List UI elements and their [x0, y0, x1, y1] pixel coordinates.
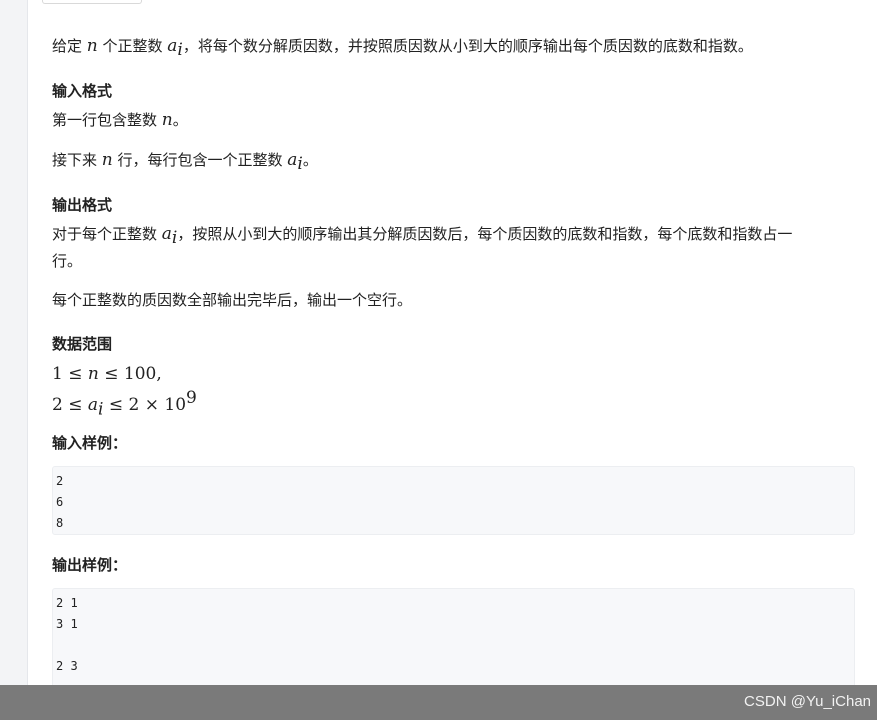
math-n: n [87, 364, 99, 384]
text: 个正整数 [97, 37, 168, 55]
output-format-line-1: 对于每个正整数 ai，按照从小到大的顺序输出其分解质因数后，每个质因数的底数和指… [52, 221, 792, 252]
text: 。 [302, 151, 318, 169]
text: 。 [172, 111, 188, 129]
sample-input-code-block[interactable]: 2 6 8 [52, 466, 855, 535]
code-line: 8 [56, 516, 64, 530]
math-a: a [87, 395, 99, 415]
text: ，按照从小到大的顺序输出其分解质因数后，每个质因数的底数和指数，每个底数和指数占… [177, 225, 793, 243]
sample-input-heading: 输入样例： [52, 434, 128, 452]
math-a: a [167, 36, 178, 56]
range-heading: 数据范围 [52, 335, 113, 353]
sample-output-heading: 输出样例： [52, 556, 128, 574]
input-format-heading: 输入格式 [52, 82, 113, 100]
math-n: n [101, 150, 113, 170]
input-format-line-1: 第一行包含整数 n。 [52, 107, 188, 134]
tab-indicator [42, 0, 142, 4]
math-text: 2 ≤ [52, 395, 88, 415]
problem-description: 给定 n 个正整数 ai，将每个数分解质因数，并按照质因数从小到大的顺序输出每个… [52, 33, 753, 64]
range-line-1: 1 ≤ n ≤ 100, [52, 362, 162, 386]
code-line: 2 1 [56, 596, 78, 610]
output-format-line-2: 每个正整数的质因数全部输出完毕后，输出一个空行。 [52, 291, 413, 309]
csdn-watermark: CSDN @Yu_iChan [744, 693, 871, 710]
text: 给定 [52, 37, 87, 55]
text: 对于每个正整数 [52, 225, 162, 243]
math-n: n [86, 36, 98, 56]
code-line: 6 [56, 495, 64, 509]
math-text: 1 ≤ [52, 364, 88, 384]
math-a: a [161, 224, 172, 244]
text: 第一行包含整数 [52, 111, 162, 129]
footer-bar: CSDN @Yu_iChan [0, 685, 877, 720]
math-a: a [287, 150, 298, 170]
output-format-heading: 输出格式 [52, 196, 113, 214]
math-text: ≤ 2 × 10 [103, 395, 187, 415]
text: 接下来 [52, 151, 102, 169]
math-text: ≤ 100, [98, 364, 162, 384]
range-line-2: 2 ≤ ai ≤ 2 × 109 [52, 386, 197, 422]
code-line: 2 [56, 474, 64, 488]
input-format-line-2: 接下来 n 行，每行包含一个正整数 ai。 [52, 147, 318, 178]
text: ，将每个数分解质因数，并按照质因数从小到大的顺序输出每个质因数的底数和指数。 [182, 37, 753, 55]
sample-output-code-block[interactable]: 2 1 3 1 2 3 [52, 588, 855, 698]
code-line: 2 3 [56, 659, 78, 673]
text: 行，每行包含一个正整数 [112, 151, 288, 169]
code-line: 3 1 [56, 617, 78, 631]
output-format-line-1-wrap: 行。 [52, 252, 83, 270]
math-sup: 9 [186, 388, 197, 408]
math-n: n [161, 110, 173, 130]
